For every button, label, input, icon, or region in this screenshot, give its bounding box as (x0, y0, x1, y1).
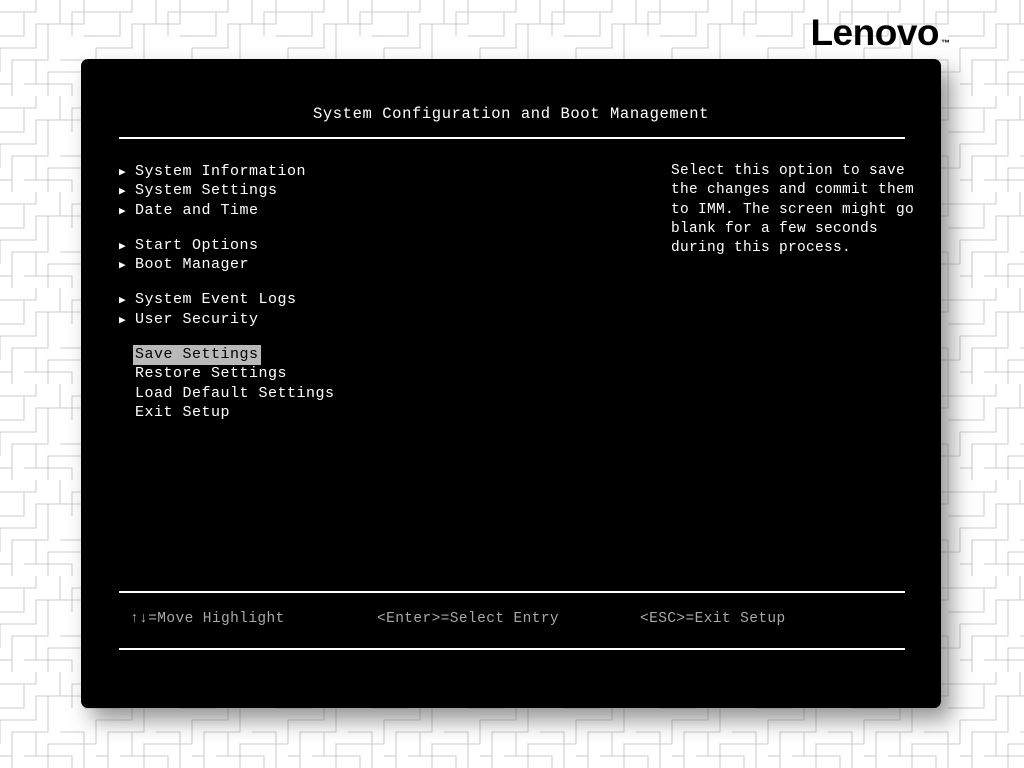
footer-divider-bottom (119, 648, 905, 650)
menu-item-load-default-settings[interactable]: Load Default Settings (119, 385, 499, 404)
chevron-right-icon: ▶ (119, 296, 135, 307)
header-divider (119, 137, 905, 139)
lenovo-logo: Lenovo ™ (810, 14, 950, 51)
menu-item-date-and-time[interactable]: ▶ Date and Time (119, 202, 499, 221)
menu-item-user-security[interactable]: ▶ User Security (119, 311, 499, 330)
help-text-line: blank for a few seconds (671, 221, 923, 240)
hint-exit-setup: <ESC>=Exit Setup (640, 611, 786, 627)
menu-item-save-settings[interactable]: Save Settings (119, 346, 499, 365)
menu-bullet-spacer (119, 409, 135, 420)
page-title: System Configuration and Boot Management (81, 105, 941, 123)
menu-group-actions: Save Settings Restore Settings Load Defa… (119, 346, 499, 423)
menu-item-label: Restore Settings (135, 365, 287, 382)
menu-group-logs-security: ▶ System Event Logs ▶ User Security (119, 291, 499, 330)
chevron-right-icon: ▶ (119, 187, 135, 198)
chevron-right-icon: ▶ (119, 168, 135, 179)
menu-item-system-settings[interactable]: ▶ System Settings (119, 182, 499, 201)
chevron-right-icon: ▶ (119, 242, 135, 253)
screen: Lenovo ™ System Configuration and Boot M… (0, 0, 1024, 768)
menu-item-label: System Event Logs (135, 291, 297, 308)
footer-key-hints: ↑↓=Move Highlight <Enter>=Select Entry <… (119, 602, 905, 642)
help-text-line: Select this option to save (671, 163, 923, 182)
help-text-panel: Select this option to save the changes a… (671, 163, 923, 259)
main-menu: ▶ System Information ▶ System Settings ▶… (119, 163, 499, 423)
menu-item-exit-setup[interactable]: Exit Setup (119, 404, 499, 423)
menu-item-label: System Settings (135, 182, 278, 199)
menu-item-label: Load Default Settings (135, 385, 335, 402)
trademark-symbol: ™ (941, 39, 950, 48)
bios-setup-panel: System Configuration and Boot Management… (81, 59, 941, 708)
menu-item-system-event-logs[interactable]: ▶ System Event Logs (119, 291, 499, 310)
lenovo-wordmark: Lenovo (810, 14, 939, 51)
menu-item-start-options[interactable]: ▶ Start Options (119, 237, 499, 256)
chevron-right-icon: ▶ (119, 261, 135, 272)
menu-item-restore-settings[interactable]: Restore Settings (119, 365, 499, 384)
menu-item-label: Start Options (135, 237, 259, 254)
menu-item-label: Exit Setup (135, 404, 230, 421)
menu-item-label: Date and Time (135, 202, 259, 219)
help-text-line: to IMM. The screen might go (671, 202, 923, 221)
hint-move-highlight: ↑↓=Move Highlight (130, 611, 285, 627)
help-text-line: during this process. (671, 240, 923, 259)
menu-item-system-information[interactable]: ▶ System Information (119, 163, 499, 182)
menu-item-boot-manager[interactable]: ▶ Boot Manager (119, 256, 499, 275)
menu-item-label: Save Settings (135, 346, 259, 363)
menu-bullet-spacer (119, 390, 135, 401)
menu-group-system: ▶ System Information ▶ System Settings ▶… (119, 163, 499, 221)
menu-group-boot: ▶ Start Options ▶ Boot Manager (119, 237, 499, 276)
chevron-right-icon: ▶ (119, 207, 135, 218)
menu-item-label: System Information (135, 163, 306, 180)
menu-bullet-spacer (119, 370, 135, 381)
footer-divider-top (119, 591, 905, 593)
help-text-line: the changes and commit them (671, 182, 923, 201)
hint-select-entry: <Enter>=Select Entry (377, 611, 559, 627)
menu-item-label: User Security (135, 311, 259, 328)
chevron-right-icon: ▶ (119, 316, 135, 327)
menu-item-label: Boot Manager (135, 256, 249, 273)
